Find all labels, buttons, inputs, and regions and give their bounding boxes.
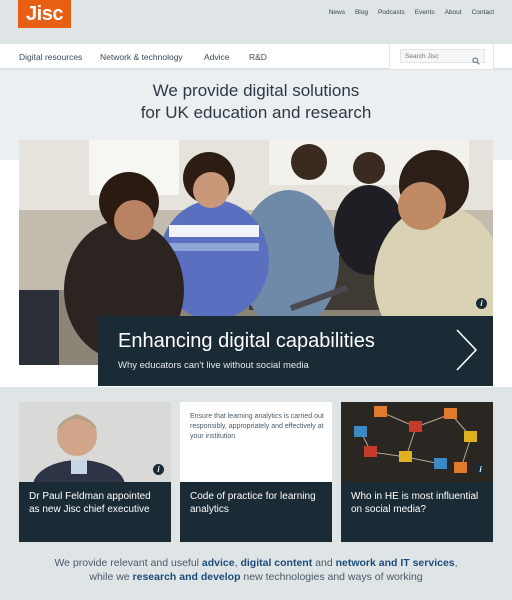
card-info-icon[interactable]: i bbox=[475, 464, 486, 475]
top-nav-blog[interactable]: Blog bbox=[355, 9, 368, 16]
news-card-influential-social-media[interactable]: i Who in HE is most influential on socia… bbox=[341, 402, 493, 542]
digital-content-link[interactable]: digital content bbox=[240, 557, 312, 569]
network-it-services-link[interactable]: network and IT services bbox=[336, 557, 455, 569]
advice-link[interactable]: advice bbox=[202, 557, 235, 569]
card-excerpt: Ensure that learning analytics is carrie… bbox=[190, 413, 324, 440]
hero-caption[interactable]: Enhancing digital capabilities Why educa… bbox=[98, 316, 493, 386]
nav-advice[interactable]: Advice bbox=[204, 52, 230, 62]
main-nav: Digital resources Network & technology A… bbox=[0, 44, 512, 69]
network-diagram-image bbox=[341, 402, 493, 482]
mission-statement: We provide relevant and useful advice, d… bbox=[54, 557, 458, 583]
hero-title: We provide digital solutions for UK educ… bbox=[140, 81, 372, 122]
card-title[interactable]: Dr Paul Feldman appointed as new Jisc ch… bbox=[19, 482, 171, 542]
top-nav: News Blog Podcasts Events About Contact bbox=[329, 9, 494, 16]
top-bar: Jisc News Blog Podcasts Events About Con… bbox=[0, 0, 512, 44]
jisc-logo[interactable]: Jisc bbox=[18, 0, 71, 28]
chevron-right-icon[interactable] bbox=[453, 328, 479, 377]
top-nav-news[interactable]: News bbox=[329, 9, 345, 16]
top-nav-events[interactable]: Events bbox=[415, 9, 435, 16]
portrait-image bbox=[19, 402, 171, 512]
news-card-paul-feldman[interactable]: i Dr Paul Feldman appointed as new Jisc … bbox=[19, 402, 171, 542]
nav-rd[interactable]: R&D bbox=[249, 52, 267, 62]
news-card-learning-analytics[interactable]: Ensure that learning analytics is carrie… bbox=[180, 402, 332, 542]
card-info-icon[interactable]: i bbox=[153, 464, 164, 475]
card-title[interactable]: Who in HE is most influential on social … bbox=[341, 482, 493, 542]
nav-network-technology[interactable]: Network & technology bbox=[100, 52, 183, 62]
search-box bbox=[389, 44, 494, 69]
research-develop-link[interactable]: research and develop bbox=[133, 571, 241, 583]
top-nav-about[interactable]: About bbox=[445, 9, 462, 16]
hero-info-icon[interactable]: i bbox=[476, 298, 487, 309]
hero-caption-title[interactable]: Enhancing digital capabilities bbox=[118, 329, 375, 353]
search-icon[interactable] bbox=[472, 52, 480, 70]
top-nav-podcasts[interactable]: Podcasts bbox=[378, 9, 405, 16]
nav-digital-resources[interactable]: Digital resources bbox=[19, 52, 82, 62]
hero-caption-subtitle: Why educators can't live without social … bbox=[118, 360, 309, 371]
card-title[interactable]: Code of practice for learning analytics bbox=[180, 482, 332, 542]
top-nav-contact[interactable]: Contact bbox=[472, 9, 494, 16]
